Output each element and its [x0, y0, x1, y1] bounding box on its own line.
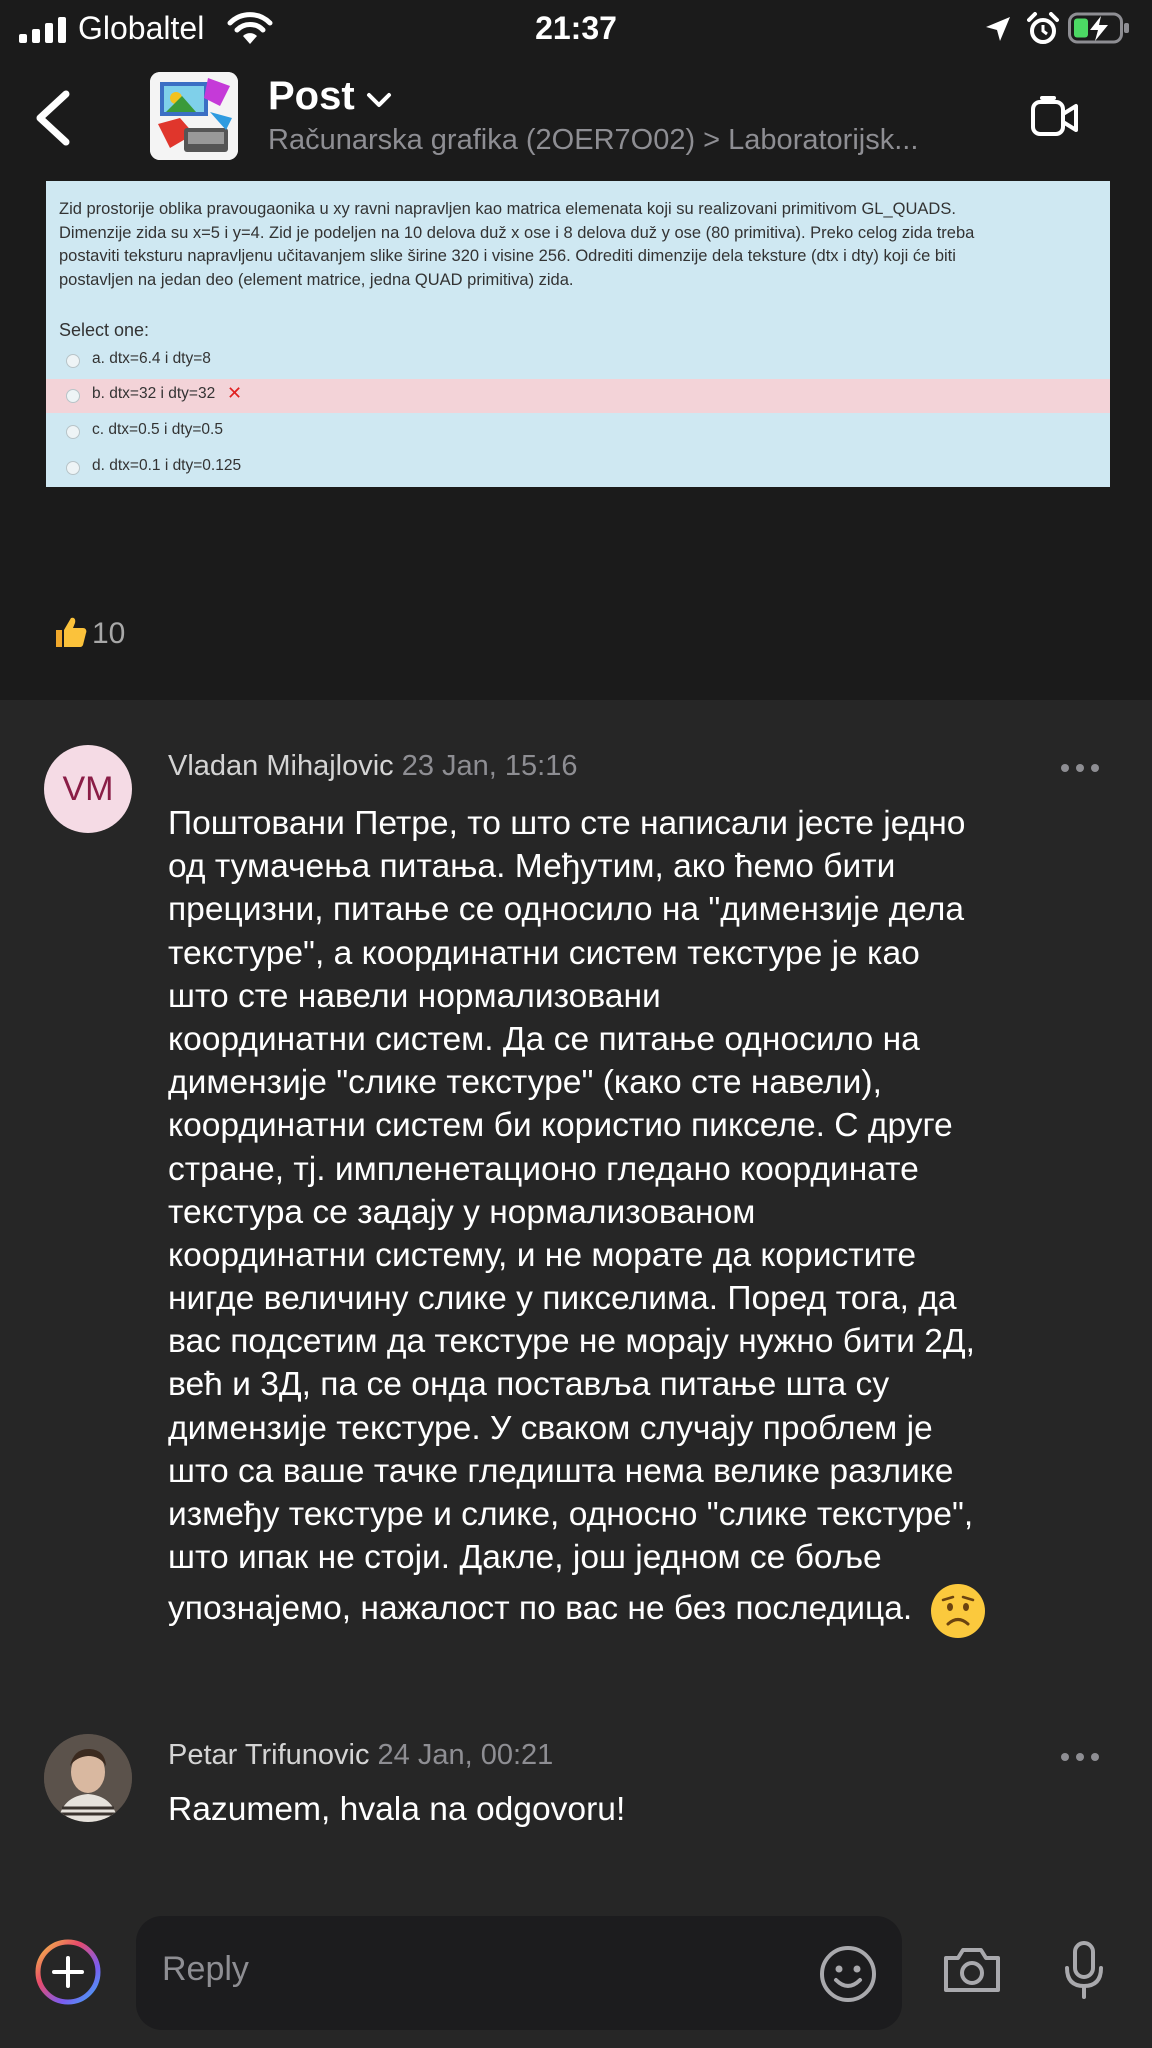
comment-header: Petar Trifunovic 24 Jan, 00:21: [168, 1739, 553, 1772]
comment-line: стране, тј. импленетационо гледано коорд…: [168, 1150, 919, 1188]
quiz-option-label: b. dtx=32 i dty=32: [92, 385, 216, 402]
comment-body: Поштовани Петре, то што сте написали јес…: [168, 802, 1108, 1639]
comment-header: Vladan Mihajlovic 23 Jan, 15:16: [168, 750, 578, 783]
comment-line: што ипак не стоји. Дакле, још једном се …: [168, 1539, 882, 1577]
location-icon: [986, 17, 1010, 41]
comment-author[interactable]: Petar Trifunovic: [168, 1739, 369, 1771]
alarm-icon: [1027, 12, 1059, 44]
quiz-option-label: a. dtx=6.4 i dty=8: [92, 350, 211, 367]
comment-line: текстуре", а координатни систем текстуре…: [168, 934, 920, 972]
comment-line-last: упознајемо, нажалост по вас не без после…: [168, 1579, 1108, 1639]
comment-author[interactable]: Vladan Mihajlovic: [168, 750, 394, 782]
quiz-question: Zid prostorije oblika pravougaonika u xy…: [59, 198, 1099, 292]
comment-line: димензије "слике текстуре" (како сте нав…: [168, 1064, 882, 1102]
back-icon[interactable]: [30, 88, 80, 148]
more-icon[interactable]: [1060, 1752, 1100, 1762]
radio-icon: [66, 389, 80, 403]
comment-line: упознајемо, нажалост по вас не без после…: [168, 1590, 913, 1628]
comment-line: димензије текстуре. У сваком случају про…: [168, 1409, 933, 1447]
wrong-mark-icon: ✕: [227, 383, 243, 403]
quiz-screenshot[interactable]: Zid prostorije oblika pravougaonika u xy…: [46, 181, 1110, 487]
status-bar: Globaltel 21:37: [0, 0, 1152, 60]
quiz-option: a. dtx=6.4 i dty=8: [46, 344, 1110, 378]
more-icon[interactable]: [1060, 763, 1100, 773]
comment-line: координатни систему, и не морате да кори…: [168, 1236, 917, 1274]
channel-avatar: [150, 72, 238, 160]
comment-date: 23 Jan, 15:16: [401, 750, 578, 782]
quiz-option-label: d. dtx=0.1 i dty=0.125: [92, 457, 242, 474]
comment-line: координатни систем. Да се питање односил…: [168, 1020, 920, 1058]
page-title[interactable]: Post: [268, 74, 355, 119]
comment-line: прецизни, питање се односило на "димензи…: [168, 891, 964, 929]
reply-input[interactable]: Reply: [136, 1916, 902, 2030]
comment-date: 24 Jan, 00:21: [377, 1739, 554, 1771]
quiz-question-line: Zid prostorije oblika pravougaonika u xy…: [59, 200, 956, 218]
avatar[interactable]: VM: [44, 745, 132, 833]
camera-icon[interactable]: [942, 1944, 1002, 1996]
quiz-option-label: c. dtx=0.5 i dty=0.5: [92, 421, 223, 438]
clock: 21:37: [535, 10, 617, 46]
radio-icon: [66, 354, 80, 368]
battery-icon: [1068, 12, 1129, 44]
comment-line: између текстуре и слике, односно "слике …: [168, 1496, 974, 1533]
comment-line: већ и 3Д, па се онда поставља питање шта…: [168, 1366, 890, 1404]
breadcrumb[interactable]: Računarska grafika (2OER7O02) > Laborato…: [268, 124, 998, 157]
radio-icon: [66, 425, 80, 439]
avatar[interactable]: [44, 1734, 132, 1822]
quiz-question-line: postaviti teksturu napravljenu učitavanj…: [59, 247, 956, 265]
comment-line: координатни систем би користио пикселе. …: [168, 1107, 953, 1145]
video-call-icon[interactable]: [1030, 94, 1080, 142]
smiley-icon[interactable]: [818, 1944, 878, 2004]
comment-line: Поштовани Петре, то што сте написали јес…: [168, 805, 966, 842]
comment-line: што са ваше тачке гледишта нема велике р…: [168, 1452, 954, 1490]
quiz-option-selected: b. dtx=32 i dty=32 ✕: [46, 379, 1110, 413]
radio-icon: [66, 461, 80, 475]
reply-placeholder: Reply: [162, 1950, 249, 1988]
quiz-question-line: Dimenzije zida su x=5 i y=4. Zid je pode…: [59, 223, 975, 242]
microphone-icon[interactable]: [1062, 1940, 1106, 2000]
quiz-option: c. dtx=0.5 i dty=0.5: [46, 415, 1110, 449]
comment-line: што сте навели нормализовани: [168, 977, 661, 1015]
select-label: Select one:: [59, 320, 150, 340]
quiz-question-line: postavljen na jedan deo (element matrice…: [59, 270, 574, 289]
sad-emoji-icon: [930, 1583, 985, 1638]
plus-icon[interactable]: [34, 1938, 102, 2006]
thumbs-up-icon[interactable]: [52, 614, 88, 650]
quiz-option: d. dtx=0.1 i dty=0.125: [46, 451, 1110, 485]
comment-line: нигде величину слике у пикселима. Поред …: [168, 1280, 957, 1318]
comment-line: од тумачења питања. Међутим, ако ћемо би…: [168, 848, 896, 886]
chevron-down-icon[interactable]: [366, 90, 392, 110]
comment-body: Razumem, hvala na odgovoru!: [168, 1791, 626, 1828]
reaction-count[interactable]: 10: [92, 617, 125, 651]
comment-line: вас подсетим да текстуре не морају нужно…: [168, 1323, 975, 1361]
comment-line: текстура се задају у нормализованом: [168, 1193, 756, 1231]
